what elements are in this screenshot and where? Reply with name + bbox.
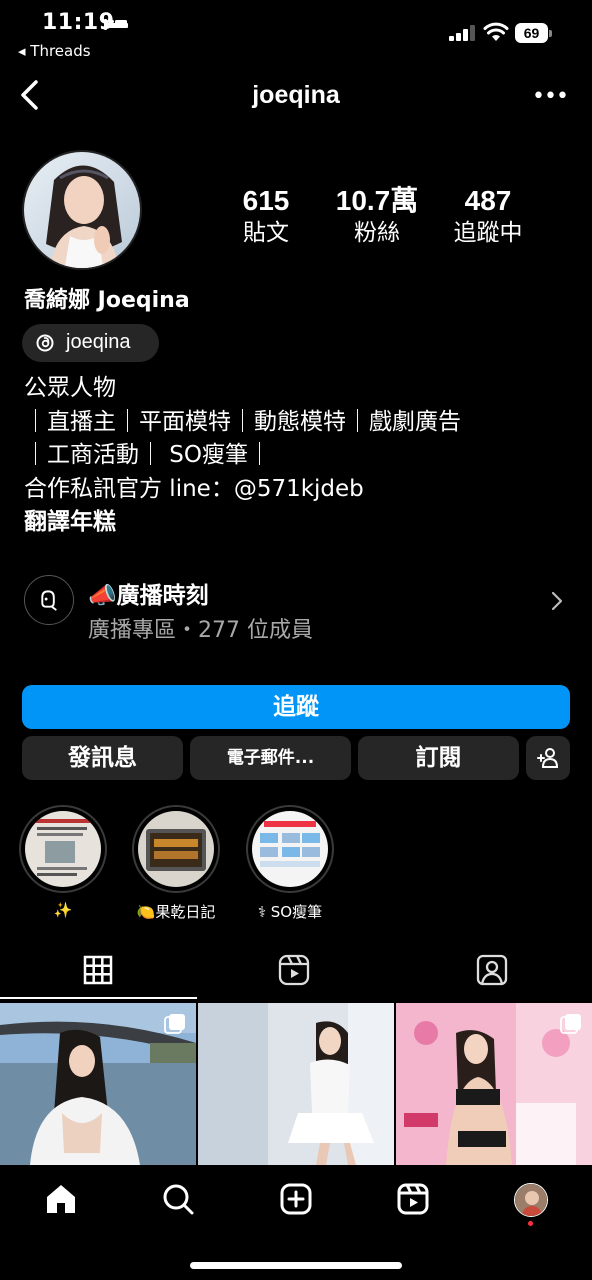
profile-header: joeqina •••	[0, 70, 592, 124]
followers-count: 10.7萬	[335, 185, 419, 216]
post-thumbnail[interactable]	[198, 1003, 394, 1165]
follow-button[interactable]: 追蹤	[22, 685, 570, 729]
stat-posts[interactable]: 615 貼文	[211, 184, 321, 248]
threads-profile-chip[interactable]: joeqina	[22, 324, 159, 362]
threads-icon	[36, 334, 54, 352]
email-button[interactable]: 電子郵件...	[190, 736, 351, 780]
back-to-threads-link[interactable]: ◂ Threads	[18, 42, 91, 60]
highlight-cover	[25, 811, 101, 887]
tagged-icon[interactable]	[474, 952, 510, 988]
channel-title: 📣廣播時刻	[88, 583, 209, 609]
posts-count: 615	[242, 185, 290, 216]
bio-line: 公眾人物	[24, 375, 116, 401]
battery-icon: 69	[515, 23, 552, 43]
grid-icon[interactable]	[80, 952, 116, 988]
stat-following[interactable]: 487 追蹤中	[433, 184, 543, 248]
following-count: 487	[464, 185, 512, 216]
threads-handle: joeqina	[66, 331, 131, 353]
posts-label: 貼文	[243, 220, 289, 246]
broadcast-channel[interactable]: 📣廣播時刻 廣播專區・277 位成員	[22, 572, 572, 644]
profile-tabs	[0, 944, 592, 1000]
chevron-right-icon	[551, 591, 563, 611]
reels-nav-icon[interactable]	[395, 1181, 431, 1217]
bottom-navigation	[0, 1165, 592, 1280]
display-name: 喬綺娜 Joeqina	[24, 288, 190, 313]
bio-line: ｜直播主｜平面模特｜動態模特｜戲劇廣告	[24, 408, 461, 435]
wifi-icon	[483, 22, 509, 41]
message-button[interactable]: 發訊息	[22, 736, 183, 780]
following-label: 追蹤中	[453, 220, 523, 246]
profile-username: joeqina	[252, 81, 340, 109]
post-thumbnail[interactable]	[0, 1003, 196, 1165]
bio-line: 合作私訊官方 line：@571kjdeb	[24, 475, 364, 502]
profile-bio: 公眾人物 ｜直播主｜平面模特｜動態模特｜戲劇廣告 ｜工商活動｜ SO瘦筆｜ 合作…	[24, 372, 584, 540]
home-icon[interactable]	[43, 1181, 79, 1217]
highlight-caption: ⚕ SO瘦筆	[257, 903, 323, 921]
posts-grid	[0, 1003, 592, 1165]
bio-line: ｜工商活動｜ SO瘦筆｜	[24, 442, 272, 468]
bed-icon	[104, 19, 128, 30]
notification-dot	[528, 1221, 533, 1226]
highlight-caption: ✨	[53, 901, 73, 919]
home-indicator	[190, 1262, 402, 1269]
active-tab-indicator	[0, 997, 197, 999]
subscribe-button[interactable]: 訂閱	[358, 736, 519, 780]
broadcast-channel-icon	[24, 575, 74, 625]
stat-followers[interactable]: 10.7萬 粉絲	[321, 184, 433, 248]
highlight-cover	[252, 811, 328, 887]
profile-avatar[interactable]	[22, 150, 142, 270]
highlight-cover	[138, 811, 214, 887]
post-thumbnail[interactable]	[396, 1003, 592, 1165]
more-horizontal-icon[interactable]: •••	[532, 84, 569, 109]
create-icon[interactable]	[278, 1181, 314, 1217]
signal-icon	[449, 25, 475, 41]
search-icon[interactable]	[160, 1181, 196, 1217]
add-person-icon	[537, 748, 559, 768]
highlight-caption: 🍋果乾日記	[136, 903, 216, 921]
reels-icon[interactable]	[276, 952, 312, 988]
profile-stats: 615 貼文 10.7萬 粉絲 487 追蹤中	[200, 184, 580, 254]
story-highlight[interactable]: ⚕ SO瘦筆	[245, 805, 335, 922]
see-translation-link[interactable]: 翻譯年糕	[24, 506, 584, 540]
channel-subtitle: 廣播專區・277 位成員	[88, 618, 313, 643]
status-bar: 11:19 ◂ Threads 69	[0, 0, 592, 66]
battery-level: 69	[515, 23, 548, 43]
carousel-icon	[560, 1014, 581, 1034]
profile-nav-avatar[interactable]	[514, 1183, 548, 1217]
followers-label: 粉絲	[354, 220, 400, 246]
story-highlight[interactable]: 🍋果乾日記	[131, 805, 221, 922]
carousel-icon	[164, 1014, 185, 1034]
story-highlight[interactable]: ✨	[18, 805, 108, 919]
suggested-users-button[interactable]	[526, 736, 570, 780]
